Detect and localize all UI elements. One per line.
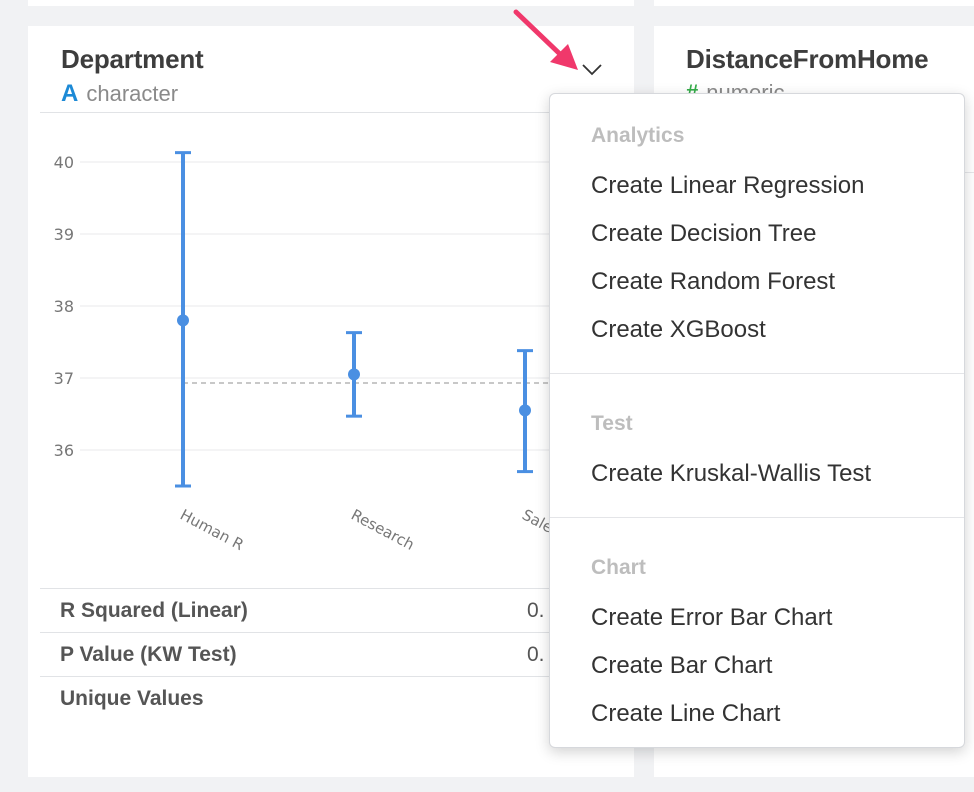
chart-x-axis: Human R Research Sales xyxy=(177,506,560,554)
menu-item-line-chart[interactable]: Create Line Chart xyxy=(591,700,780,728)
menu-divider xyxy=(550,373,964,374)
menu-item-error-bar-chart[interactable]: Create Error Bar Chart xyxy=(591,604,832,632)
summary-stats: R Squared (Linear) 0. P Value (KW Test) … xyxy=(40,588,600,720)
mean-point[interactable] xyxy=(519,404,531,417)
menu-divider xyxy=(550,517,964,518)
column-type: Acharacter xyxy=(61,80,178,108)
error-bar-sales[interactable] xyxy=(517,349,533,474)
column-card-above-right xyxy=(654,0,974,6)
menu-item-xgboost[interactable]: Create XGBoost xyxy=(591,316,766,344)
stat-row-p-value: P Value (KW Test) 0. xyxy=(40,632,600,676)
y-tick-label: 36 xyxy=(54,441,74,460)
menu-item-random-forest[interactable]: Create Random Forest xyxy=(591,268,835,296)
stat-value: 0. xyxy=(527,599,545,622)
character-type-icon: A xyxy=(61,80,79,107)
error-bar-chart: 3637383940 Human R Research Sales xyxy=(54,151,560,554)
menu-header-test: Test xyxy=(591,412,633,435)
chart-gridlines xyxy=(80,161,560,451)
stat-label: Unique Values xyxy=(60,687,204,710)
menu-item-linear-regression[interactable]: Create Linear Regression xyxy=(591,172,864,200)
stat-label: P Value (KW Test) xyxy=(60,643,237,666)
error-bar-human-r[interactable] xyxy=(175,151,191,488)
column-dropdown-menu: Analytics Create Linear Regression Creat… xyxy=(549,93,965,748)
y-tick-label: 40 xyxy=(54,153,74,172)
x-tick-label: Human R xyxy=(177,506,247,554)
column-type-label: character xyxy=(86,81,179,106)
chart-y-axis: 36 37 38 39 40 xyxy=(54,153,74,460)
column-title: Department xyxy=(61,44,204,74)
mean-point[interactable] xyxy=(348,368,360,381)
menu-header-analytics: Analytics xyxy=(591,124,685,147)
stat-row-r-squared: R Squared (Linear) 0. xyxy=(40,588,600,632)
stat-label: R Squared (Linear) xyxy=(60,599,248,622)
mean-point[interactable] xyxy=(177,314,189,327)
y-tick-label: 39 xyxy=(54,225,74,244)
menu-item-kruskal-wallis-test[interactable]: Create Kruskal-Wallis Test xyxy=(591,460,871,488)
menu-header-chart: Chart xyxy=(591,556,646,579)
chart-series xyxy=(175,151,533,488)
y-tick-label: 38 xyxy=(54,297,74,316)
menu-item-decision-tree[interactable]: Create Decision Tree xyxy=(591,220,816,248)
stat-value: 0. xyxy=(527,643,545,666)
stat-row-unique-values: Unique Values xyxy=(40,676,600,720)
y-tick-label: 37 xyxy=(54,369,74,388)
x-tick-label: Research xyxy=(348,506,417,554)
header-divider xyxy=(40,112,600,113)
menu-item-bar-chart[interactable]: Create Bar Chart xyxy=(591,652,772,680)
pointer-arrow-icon xyxy=(513,9,578,70)
column-title: DistanceFromHome xyxy=(686,44,929,74)
error-bar-research[interactable] xyxy=(346,331,362,418)
